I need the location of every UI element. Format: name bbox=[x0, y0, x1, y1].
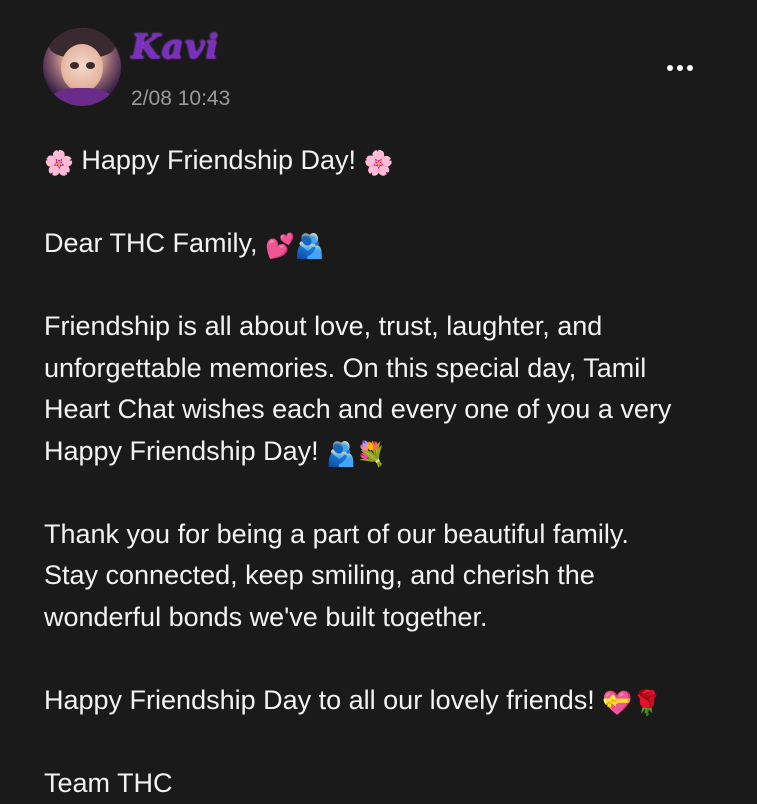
avatar-eye-right bbox=[86, 62, 95, 69]
paragraph-2-line-2: Stay connected, keep smiling, and cheris… bbox=[44, 560, 595, 590]
username[interactable]: Kavi bbox=[131, 30, 219, 64]
avatar-eye-left bbox=[70, 62, 79, 69]
cherry-blossom-icon: 🌸 bbox=[44, 152, 74, 176]
hug-bouquet-icon: 🫂💐 bbox=[326, 443, 386, 467]
paragraph-1: Friendship is all about love, trust, lau… bbox=[44, 306, 734, 472]
greeting-text: Dear THC Family, bbox=[44, 228, 258, 258]
gift-heart-rose-icon: 💝🌹 bbox=[602, 692, 662, 716]
post-body: 🌸 Happy Friendship Day! 🌸 Dear THC Famil… bbox=[44, 140, 734, 804]
paragraph-2-line-3: wonderful bonds we've built together. bbox=[44, 602, 487, 632]
signature: Team THC bbox=[44, 768, 173, 798]
paragraph-1-line-2: unforgettable memories. On this special … bbox=[44, 353, 646, 383]
post-title: Happy Friendship Day! bbox=[81, 145, 356, 175]
paragraph-2: Thank you for being a part of our beauti… bbox=[44, 514, 734, 639]
more-horizontal-icon-dot bbox=[687, 65, 693, 71]
more-horizontal-icon bbox=[667, 65, 673, 71]
avatar-face bbox=[61, 44, 103, 92]
paragraph-1-line-3: Heart Chat wishes each and every one of … bbox=[44, 394, 671, 424]
paragraph-1-line-4: Happy Friendship Day! bbox=[44, 436, 319, 466]
paragraph-1-line-1: Friendship is all about love, trust, lau… bbox=[44, 311, 602, 341]
signature-line: Team THC bbox=[44, 763, 734, 804]
avatar-shirt bbox=[51, 88, 113, 106]
closing-line: Happy Friendship Day to all our lovely f… bbox=[44, 680, 734, 722]
cherry-blossom-icon: 🌸 bbox=[364, 152, 394, 176]
closing-text: Happy Friendship Day to all our lovely f… bbox=[44, 685, 595, 715]
post-card: Kavi 2/08 10:43 🌸 Happy Friendship Day! … bbox=[0, 0, 757, 800]
post-title-line: 🌸 Happy Friendship Day! 🌸 bbox=[44, 140, 734, 182]
greeting-line: Dear THC Family, 💕🫂 bbox=[44, 223, 734, 265]
paragraph-2-line-1: Thank you for being a part of our beauti… bbox=[44, 519, 629, 549]
avatar[interactable] bbox=[43, 28, 121, 106]
more-horizontal-icon-dot bbox=[677, 65, 683, 71]
hearts-hug-icon: 💕🫂 bbox=[265, 235, 325, 259]
post-timestamp: 2/08 10:43 bbox=[131, 88, 230, 109]
more-options-button[interactable] bbox=[660, 54, 700, 82]
